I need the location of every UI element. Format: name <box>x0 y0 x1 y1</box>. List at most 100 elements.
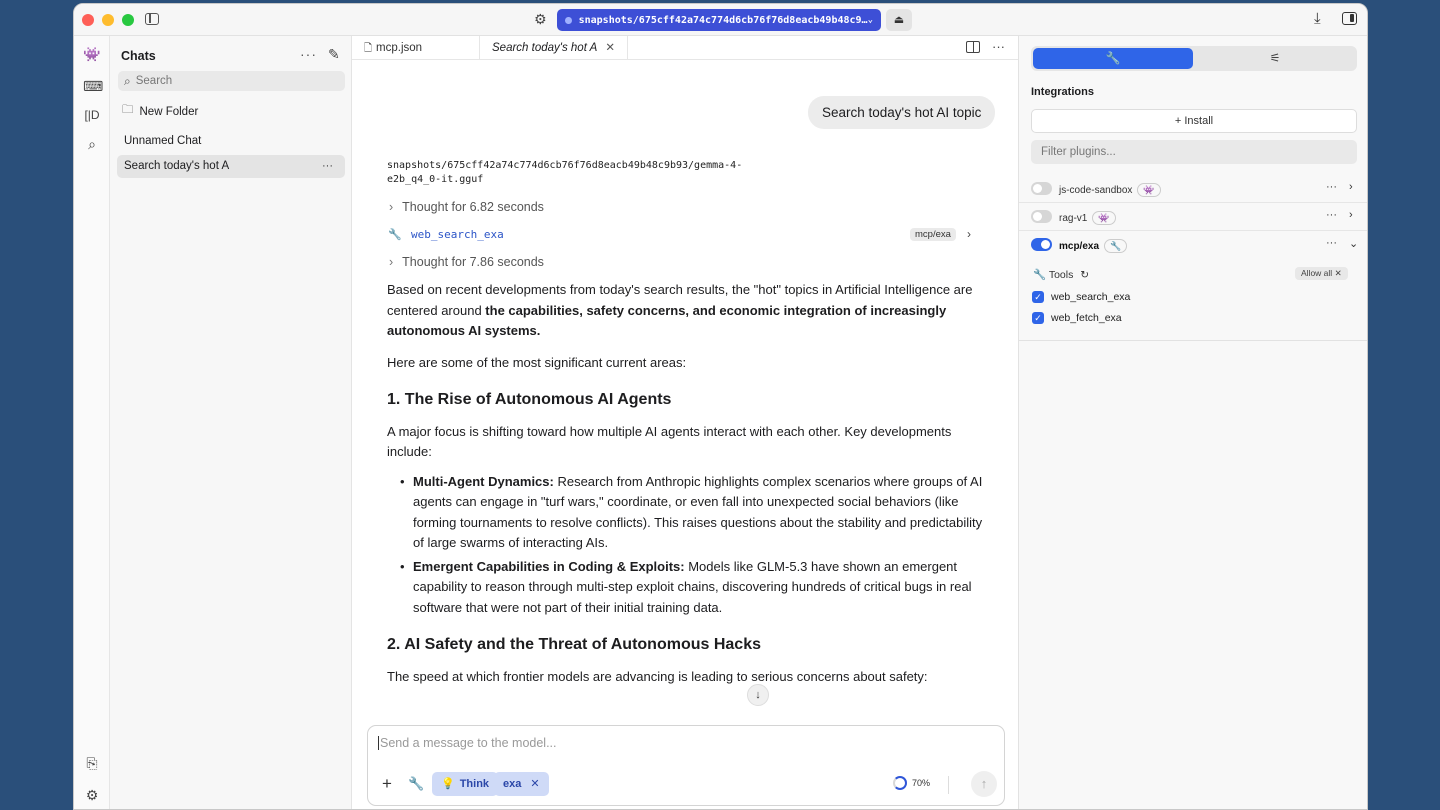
refresh-icon[interactable]: ↻ <box>1080 269 1089 281</box>
tab-mcp-json[interactable]: 🗋 mcp.json <box>352 36 480 60</box>
settings-tab-sliders-icon[interactable]: ⚟ <box>1195 48 1355 69</box>
chat-list-item[interactable]: Unnamed Chat <box>117 130 345 153</box>
thought-label: Thought for 6.82 seconds <box>402 200 544 214</box>
tool-checkbox-row[interactable]: ✓ web_fetch_exa <box>1032 312 1122 324</box>
wrench-icon: 🔧 <box>1104 239 1128 253</box>
model-selector[interactable]: snapshots/675cff42a74c774d6cb76f76d8eacb… <box>557 9 881 31</box>
exa-plugin-chip[interactable]: exa ✕ <box>494 772 549 796</box>
add-attachment-icon[interactable]: + <box>382 774 392 794</box>
response-paragraph: A major focus is shifting toward how mul… <box>387 423 952 460</box>
thought-toggle[interactable]: › Thought for 6.82 seconds <box>389 200 544 214</box>
checkbox-checked-icon[interactable]: ✓ <box>1032 291 1044 303</box>
mascot-icon: 👾 <box>1137 183 1161 197</box>
scroll-fade <box>352 696 1018 720</box>
new-chat-icon[interactable]: ✎ <box>328 46 340 63</box>
plugin-name-text: mcp/exa <box>1059 241 1100 252</box>
tab-current-chat[interactable]: Search today's hot A ✕ <box>480 36 628 60</box>
chat-list-item-active[interactable]: Search today's hot A ··· <box>117 155 345 178</box>
tools-wrench-icon[interactable]: 🔧 <box>408 776 424 792</box>
chevron-right-icon[interactable]: › <box>1349 181 1353 193</box>
message-input[interactable] <box>378 736 978 750</box>
response-paragraph: Here are some of the most significant cu… <box>387 354 687 370</box>
chats-search-box[interactable]: ⌕ Search <box>118 71 345 91</box>
section-heading: 2. AI Safety and the Threat of Autonomou… <box>387 636 761 653</box>
panel-divider <box>1019 340 1367 341</box>
think-toggle-button[interactable]: 💡 Think <box>432 772 499 796</box>
chevron-right-icon: › <box>967 227 971 241</box>
list-item: Multi-Agent Dynamics: Research from Anth… <box>387 472 983 554</box>
download-icon[interactable]: ⤓ <box>1314 10 1321 27</box>
send-button[interactable]: ↑ <box>971 771 997 797</box>
panel-segmented-control: 🔧 ⚟ <box>1031 46 1357 71</box>
assistant-response: Based on recent developments from today'… <box>387 280 983 698</box>
file-icon: 🗋 <box>364 43 373 54</box>
zoom-window-button[interactable] <box>122 14 134 26</box>
assistant-model-path: snapshots/675cff42a74c774d6cb76f76d8eacb… <box>387 160 743 185</box>
plugin-toggle[interactable] <box>1031 182 1052 195</box>
plugin-toggle-on[interactable] <box>1031 238 1052 251</box>
new-folder-button[interactable]: 🗀 New Folder <box>122 102 198 121</box>
folder-plus-icon: 🗀 <box>122 104 134 116</box>
tool-checkbox-row[interactable]: ✓ web_search_exa <box>1032 291 1130 303</box>
user-message-bubble: Search today's hot AI topic <box>808 96 996 129</box>
chevron-right-icon[interactable]: › <box>1349 209 1353 221</box>
hardware-icon[interactable]: ⎘ <box>83 754 101 772</box>
remove-chip-icon[interactable]: ✕ <box>530 778 539 790</box>
install-button[interactable]: + Install <box>1031 109 1357 133</box>
allow-all-button[interactable]: Allow all ✕ <box>1295 267 1348 280</box>
settings-gear-icon[interactable]: ⚙ <box>83 786 101 804</box>
integrations-tab-wrench-icon[interactable]: 🔧 <box>1033 48 1193 69</box>
allow-all-label: Allow all <box>1301 268 1333 278</box>
chats-sidebar: Chats ··· ✎ ⌕ Search 🗀 New Folder Unname… <box>110 36 352 809</box>
discover-search-icon[interactable]: ⌕ <box>83 135 101 153</box>
split-view-icon[interactable] <box>966 41 980 53</box>
response-paragraph: The speed at which frontier models are a… <box>387 668 928 684</box>
minimize-window-button[interactable] <box>102 14 114 26</box>
plugin-more-icon[interactable]: ··· <box>1326 209 1337 221</box>
eject-model-button[interactable]: ⏏ <box>886 9 912 31</box>
thought-toggle[interactable]: › Thought for 7.86 seconds <box>389 255 544 269</box>
plugin-name-text: js-code-sandbox <box>1059 185 1133 196</box>
tool-call-row[interactable]: 🔧 web_search_exa mcp/exa › <box>388 227 978 245</box>
exa-label: exa <box>503 778 522 790</box>
checkbox-checked-icon[interactable]: ✓ <box>1032 312 1044 324</box>
right-panel-toggle-icon[interactable] <box>1342 12 1357 25</box>
thought-label: Thought for 7.86 seconds <box>402 255 544 269</box>
tool-name: web_fetch_exa <box>1051 312 1122 324</box>
chats-title: Chats <box>121 49 156 63</box>
plugin-more-icon[interactable]: ··· <box>1326 181 1337 193</box>
model-path-label: snapshots/675cff42a74c774d6cb76f76d8eacb… <box>578 14 868 26</box>
close-tab-icon[interactable]: ✕ <box>605 36 615 60</box>
response-intro: Based on recent developments from today'… <box>387 280 983 342</box>
chat-mascot-icon[interactable]: 👾 <box>83 45 101 63</box>
tab-label: mcp.json <box>376 42 423 54</box>
chat-item-label: Unnamed Chat <box>124 135 202 147</box>
list-item: Emergent Capabilities in Coding & Exploi… <box>387 557 983 619</box>
model-loaded-dot-icon <box>565 16 572 24</box>
composer-divider <box>948 776 949 794</box>
bullet-list: Multi-Agent Dynamics: Research from Anth… <box>387 472 983 619</box>
app-window: ⚙ snapshots/675cff42a74c774d6cb76f76d8ea… <box>73 3 1368 810</box>
tools-header: 🔧 Tools ↻ <box>1033 268 1089 281</box>
model-settings-gear-icon[interactable]: ⚙ <box>534 11 547 28</box>
close-icon: ✕ <box>1334 268 1342 278</box>
filter-plugins-input[interactable] <box>1031 140 1357 164</box>
plugin-toggle[interactable] <box>1031 210 1052 223</box>
chat-item-more-icon[interactable]: ··· <box>322 155 333 178</box>
sidebar-toggle-icon[interactable] <box>145 13 159 25</box>
more-options-icon[interactable]: ··· <box>300 46 317 62</box>
plugin-more-icon[interactable]: ··· <box>1326 237 1337 249</box>
bullet-bold: Emergent Capabilities in Coding & Exploi… <box>413 558 685 574</box>
plugin-name-text: rag-v1 <box>1059 213 1088 224</box>
context-usage-indicator[interactable]: 70% <box>893 776 930 790</box>
plugin-name: js-code-sandbox 👾 <box>1059 183 1161 197</box>
tab-more-icon[interactable]: ··· <box>992 39 1005 54</box>
tool-name: web_search_exa <box>1051 291 1131 303</box>
mascot-icon: 👾 <box>1092 211 1116 225</box>
scroll-down-arrow-icon[interactable]: ↓ <box>747 684 769 706</box>
chevron-down-icon[interactable]: ⌄ <box>1349 237 1358 250</box>
new-folder-label: New Folder <box>139 105 199 118</box>
terminal-icon[interactable]: ⌨ <box>83 77 103 95</box>
close-window-button[interactable] <box>82 14 94 26</box>
models-library-icon[interactable]: [|D <box>83 106 101 124</box>
